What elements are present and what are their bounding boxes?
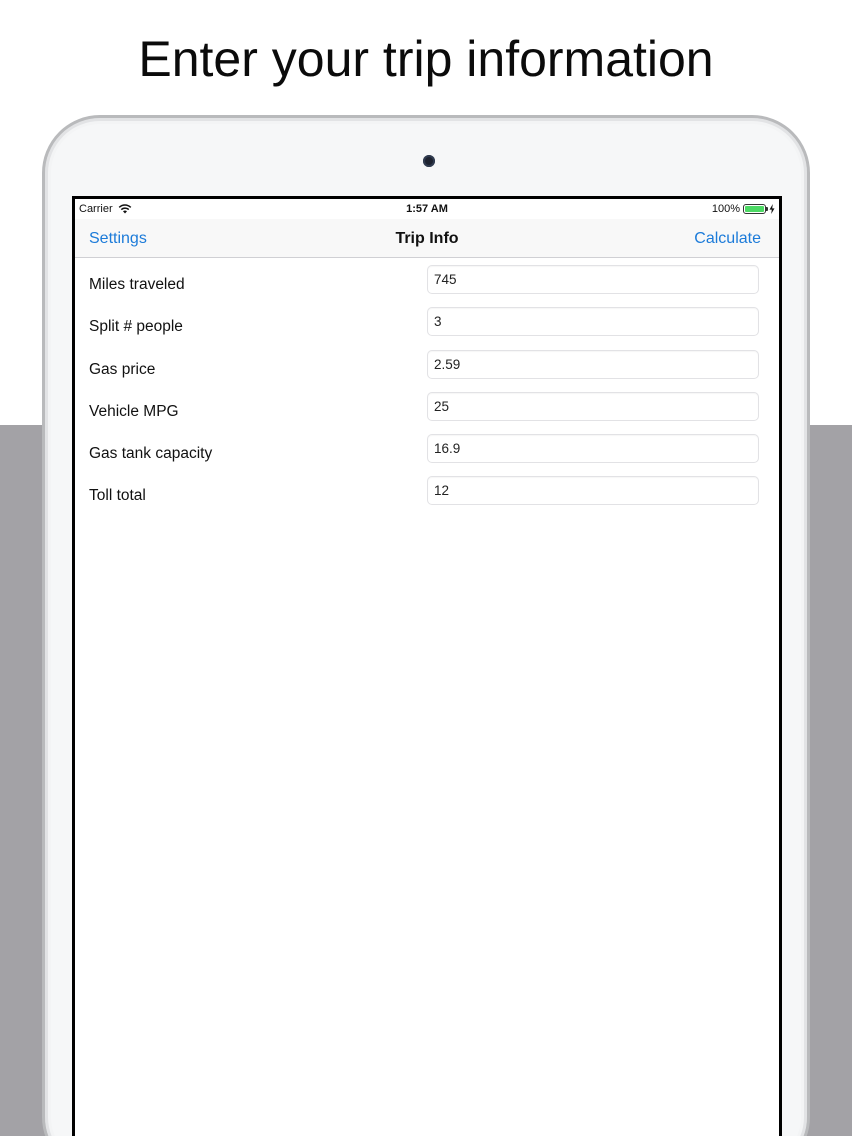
- battery-percent: 100%: [711, 203, 740, 215]
- miles-traveled-input[interactable]: [427, 265, 759, 294]
- miles-traveled-label: Miles traveled: [89, 276, 185, 293]
- status-bar: Carrier 1:57 AM 100%: [75, 199, 779, 219]
- nav-title: Trip Info: [395, 230, 459, 247]
- ipad-device-frame: Carrier 1:57 AM 100% Settings Trip Info …: [42, 115, 810, 1136]
- gas-tank-capacity-input[interactable]: [427, 434, 759, 464]
- toll-total-input[interactable]: [427, 476, 759, 506]
- split-people-input[interactable]: [427, 307, 759, 337]
- split-people-label: Split # people: [89, 318, 183, 336]
- status-time: 1:57 AM: [406, 203, 448, 215]
- vehicle-mpg-input[interactable]: [427, 391, 759, 421]
- form-row-gas-price: Gas price: [75, 349, 779, 391]
- form-row-toll-total: Toll total: [75, 475, 779, 517]
- gas-price-label: Gas price: [89, 360, 156, 378]
- battery-icon: [743, 204, 768, 214]
- device-screen: Carrier 1:57 AM 100% Settings Trip Info …: [72, 196, 782, 1136]
- bolt-icon: [769, 204, 775, 214]
- trip-info-form: Miles traveled Split # people Gas price …: [75, 258, 779, 518]
- calculate-button[interactable]: Calculate: [694, 230, 761, 248]
- form-row-gas-tank-capacity: Gas tank capacity: [75, 433, 779, 475]
- navigation-bar: Settings Trip Info Calculate: [75, 219, 779, 258]
- status-right: 100%: [712, 203, 775, 215]
- gas-price-input[interactable]: [427, 349, 759, 379]
- form-row-vehicle-mpg: Vehicle MPG: [75, 391, 779, 433]
- form-row-split-people: Split # people: [75, 306, 779, 348]
- page-headline: Enter your trip information: [138, 31, 714, 87]
- toll-total-label: Toll total: [89, 487, 146, 505]
- battery-fill: [745, 206, 764, 212]
- form-row-miles-traveled: Miles traveled: [75, 264, 779, 306]
- gas-tank-capacity-label: Gas tank capacity: [89, 445, 213, 463]
- app-screen: Carrier 1:57 AM 100% Settings Trip Info …: [75, 199, 779, 1136]
- vehicle-mpg-label: Vehicle MPG: [89, 402, 179, 420]
- front-camera-icon: [423, 155, 435, 167]
